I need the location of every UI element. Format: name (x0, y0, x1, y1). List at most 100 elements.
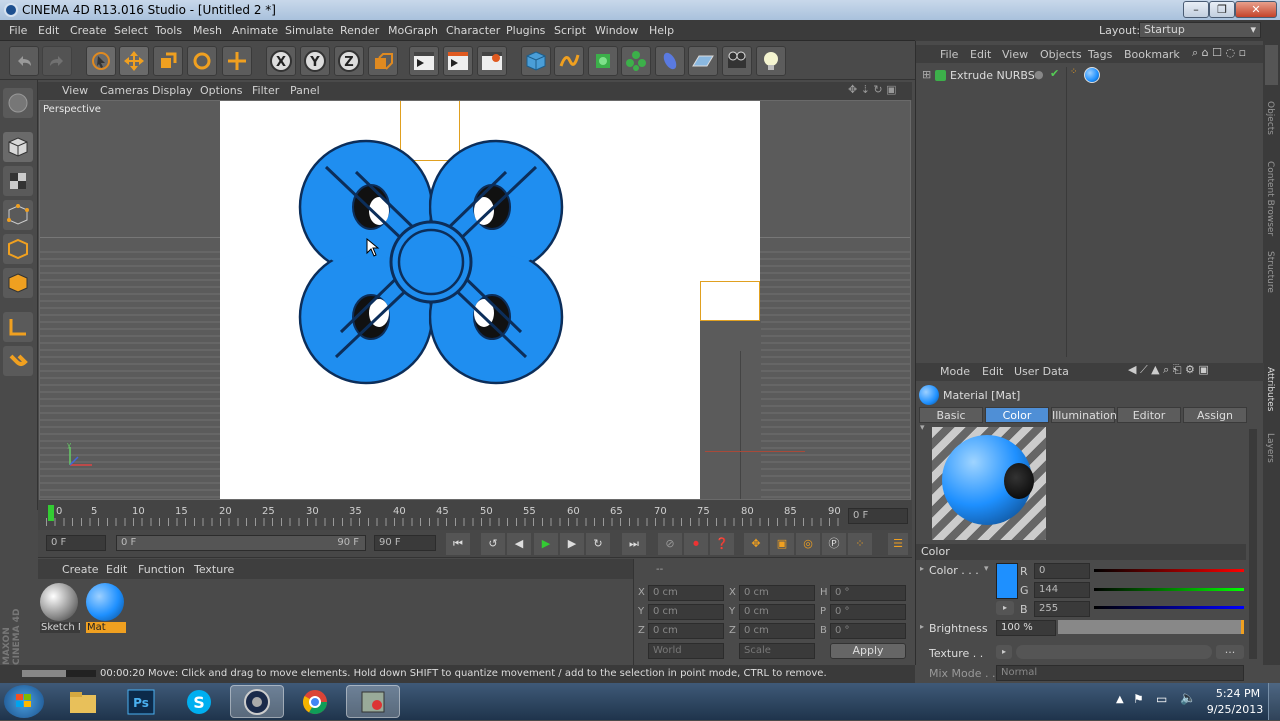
network-icon[interactable]: ▭ (1156, 692, 1167, 706)
timeline-menu-button[interactable]: ☰ (888, 533, 908, 555)
frame-range-slider[interactable]: 0 F 90 F (116, 535, 366, 551)
menu-render[interactable]: Render (340, 24, 379, 37)
menu-window[interactable]: Window (595, 24, 638, 37)
next-frame-button[interactable]: ▶ (560, 533, 584, 555)
show-desktop-button[interactable] (1268, 683, 1280, 720)
object-name[interactable]: Extrude NURBS (950, 69, 1035, 82)
position-y-field[interactable]: 0 cm (648, 604, 724, 620)
playhead[interactable] (48, 505, 54, 521)
volume-icon[interactable]: 🔈 (1180, 691, 1196, 706)
position-z-field[interactable]: 0 cm (648, 623, 724, 639)
object-menu-bookmark[interactable]: Bookmark (1124, 48, 1180, 61)
viewport-menu-view[interactable]: View (62, 84, 88, 97)
coordinate-system-button[interactable] (368, 46, 398, 76)
color-picker-arrow-icon[interactable]: ▾ (984, 564, 989, 574)
undo-button[interactable] (9, 46, 39, 76)
material-sketch[interactable]: Sketch M (40, 583, 80, 635)
object-search-icons[interactable]: ⌕ ⌂ ☐ ◌ ▫ (1192, 46, 1246, 60)
rotation-key-button[interactable]: ◎ (796, 533, 820, 555)
action-center-icon[interactable]: ⚑ (1133, 692, 1144, 706)
keyframe-selection-button[interactable]: ❓ (710, 533, 734, 555)
go-to-start-button[interactable]: ⏮ (446, 533, 470, 555)
menu-select[interactable]: Select (114, 24, 148, 37)
end-frame-field[interactable]: 90 F (374, 535, 436, 551)
color-swatch[interactable] (996, 563, 1018, 599)
texture-slot[interactable] (1016, 645, 1212, 659)
move-tool-button[interactable] (119, 46, 149, 76)
parameter-key-button[interactable]: Ⓟ (822, 533, 846, 555)
viewport-menu-options[interactable]: Options (200, 84, 242, 97)
enabled-check-icon[interactable]: ✔ (1050, 67, 1059, 80)
expand-toggle-icon[interactable]: ⊞ (922, 68, 931, 81)
rotation-h-field[interactable]: 0 ° (830, 585, 906, 601)
perspective-viewport[interactable]: Perspective y (39, 100, 911, 500)
layout-select[interactable]: Startup ▾ (1139, 22, 1261, 38)
object-menu-file[interactable]: File (940, 48, 958, 61)
material-menu-function[interactable]: Function (138, 563, 185, 576)
menu-mograph[interactable]: MoGraph (388, 24, 438, 37)
next-key-button[interactable]: ↻ (586, 533, 610, 555)
start-frame-field[interactable]: 0 F (46, 535, 106, 551)
scale-tool-button[interactable] (153, 46, 183, 76)
timeline-ruler[interactable]: 0 5 10 15 20 25 30 35 40 45 50 55 60 65 … (38, 500, 912, 530)
tray-expand-icon[interactable]: ▲ (1116, 694, 1124, 705)
preview-collapse-icon[interactable]: ▾ (920, 423, 925, 433)
snap-magnet-icon[interactable] (3, 346, 33, 376)
b-slider[interactable] (1094, 606, 1244, 609)
attribute-menu-user-data[interactable]: User Data (1014, 365, 1069, 378)
live-selection-button[interactable] (86, 46, 116, 76)
create-object-button[interactable] (222, 46, 252, 76)
brightness-expand-icon[interactable]: ▸ (920, 622, 924, 631)
skype-taskbar-button[interactable]: S (172, 685, 226, 718)
menu-simulate[interactable]: Simulate (285, 24, 334, 37)
menu-tools[interactable]: Tools (155, 24, 182, 37)
viewport-navigation-icons[interactable]: ✥ ⇣ ↻ ▣ (848, 83, 897, 96)
position-key-button[interactable]: ✥ (744, 533, 768, 555)
render-picture-viewer-button[interactable] (443, 46, 473, 76)
start-button[interactable] (4, 685, 44, 718)
polygons-mode-button[interactable] (3, 268, 33, 298)
size-z-field[interactable]: 0 cm (739, 623, 815, 639)
cube-object-button[interactable] (521, 46, 551, 76)
menu-file[interactable]: File (9, 24, 27, 37)
record-keys-button[interactable]: ⊘ (658, 533, 682, 555)
autokeying-button[interactable]: ⏺ (684, 533, 708, 555)
side-tab-layers[interactable]: Layers (1265, 433, 1275, 463)
points-mode-button[interactable] (3, 200, 33, 230)
z-axis-lock-button[interactable]: Z (334, 46, 364, 76)
utility-taskbar-button[interactable] (346, 685, 400, 718)
extruded-knot-logo[interactable] (296, 127, 566, 397)
material-mat[interactable]: Mat (86, 583, 126, 635)
close-button[interactable]: ✕ (1235, 1, 1277, 18)
material-preview[interactable] (932, 427, 1046, 540)
attribute-menu-edit[interactable]: Edit (982, 365, 1003, 378)
viewport-menu-cameras[interactable]: Cameras (100, 84, 149, 97)
object-row[interactable]: ⊞ Extrude NURBS ● ✔ ⁘ (916, 67, 1264, 85)
menu-create[interactable]: Create (70, 24, 107, 37)
material-menu-create[interactable]: Create (62, 563, 99, 576)
current-frame-field[interactable]: 0 F (848, 508, 908, 524)
side-tab-scroll[interactable] (1265, 45, 1278, 85)
make-editable-button[interactable] (3, 88, 33, 118)
axis-mode-button[interactable] (3, 312, 33, 342)
texture-browse-button[interactable]: ... (1216, 644, 1244, 659)
tab-editor[interactable]: Editor (1117, 407, 1181, 423)
material-menu-edit[interactable]: Edit (106, 563, 127, 576)
size-y-field[interactable]: 0 cm (739, 604, 815, 620)
object-menu-tags[interactable]: Tags (1088, 48, 1112, 61)
tab-illumination[interactable]: Illumination (1051, 407, 1117, 423)
deformer-button[interactable] (655, 46, 685, 76)
side-tab-content-browser[interactable]: Content Browser (1265, 161, 1275, 236)
photoshop-taskbar-button[interactable]: Ps (114, 685, 168, 718)
material-menu-texture[interactable]: Texture (194, 563, 234, 576)
g-field[interactable]: 144 (1034, 582, 1090, 598)
size-x-field[interactable]: 0 cm (739, 585, 815, 601)
menu-script[interactable]: Script (554, 24, 586, 37)
maximize-button[interactable]: ❐ (1209, 1, 1235, 18)
menu-help[interactable]: Help (649, 24, 674, 37)
rotation-p-field[interactable]: 0 ° (830, 604, 906, 620)
object-menu-edit[interactable]: Edit (970, 48, 991, 61)
side-tab-structure[interactable]: Structure (1265, 251, 1275, 293)
x-axis-lock-button[interactable]: X (266, 46, 296, 76)
texture-mode-button[interactable] (3, 166, 33, 196)
